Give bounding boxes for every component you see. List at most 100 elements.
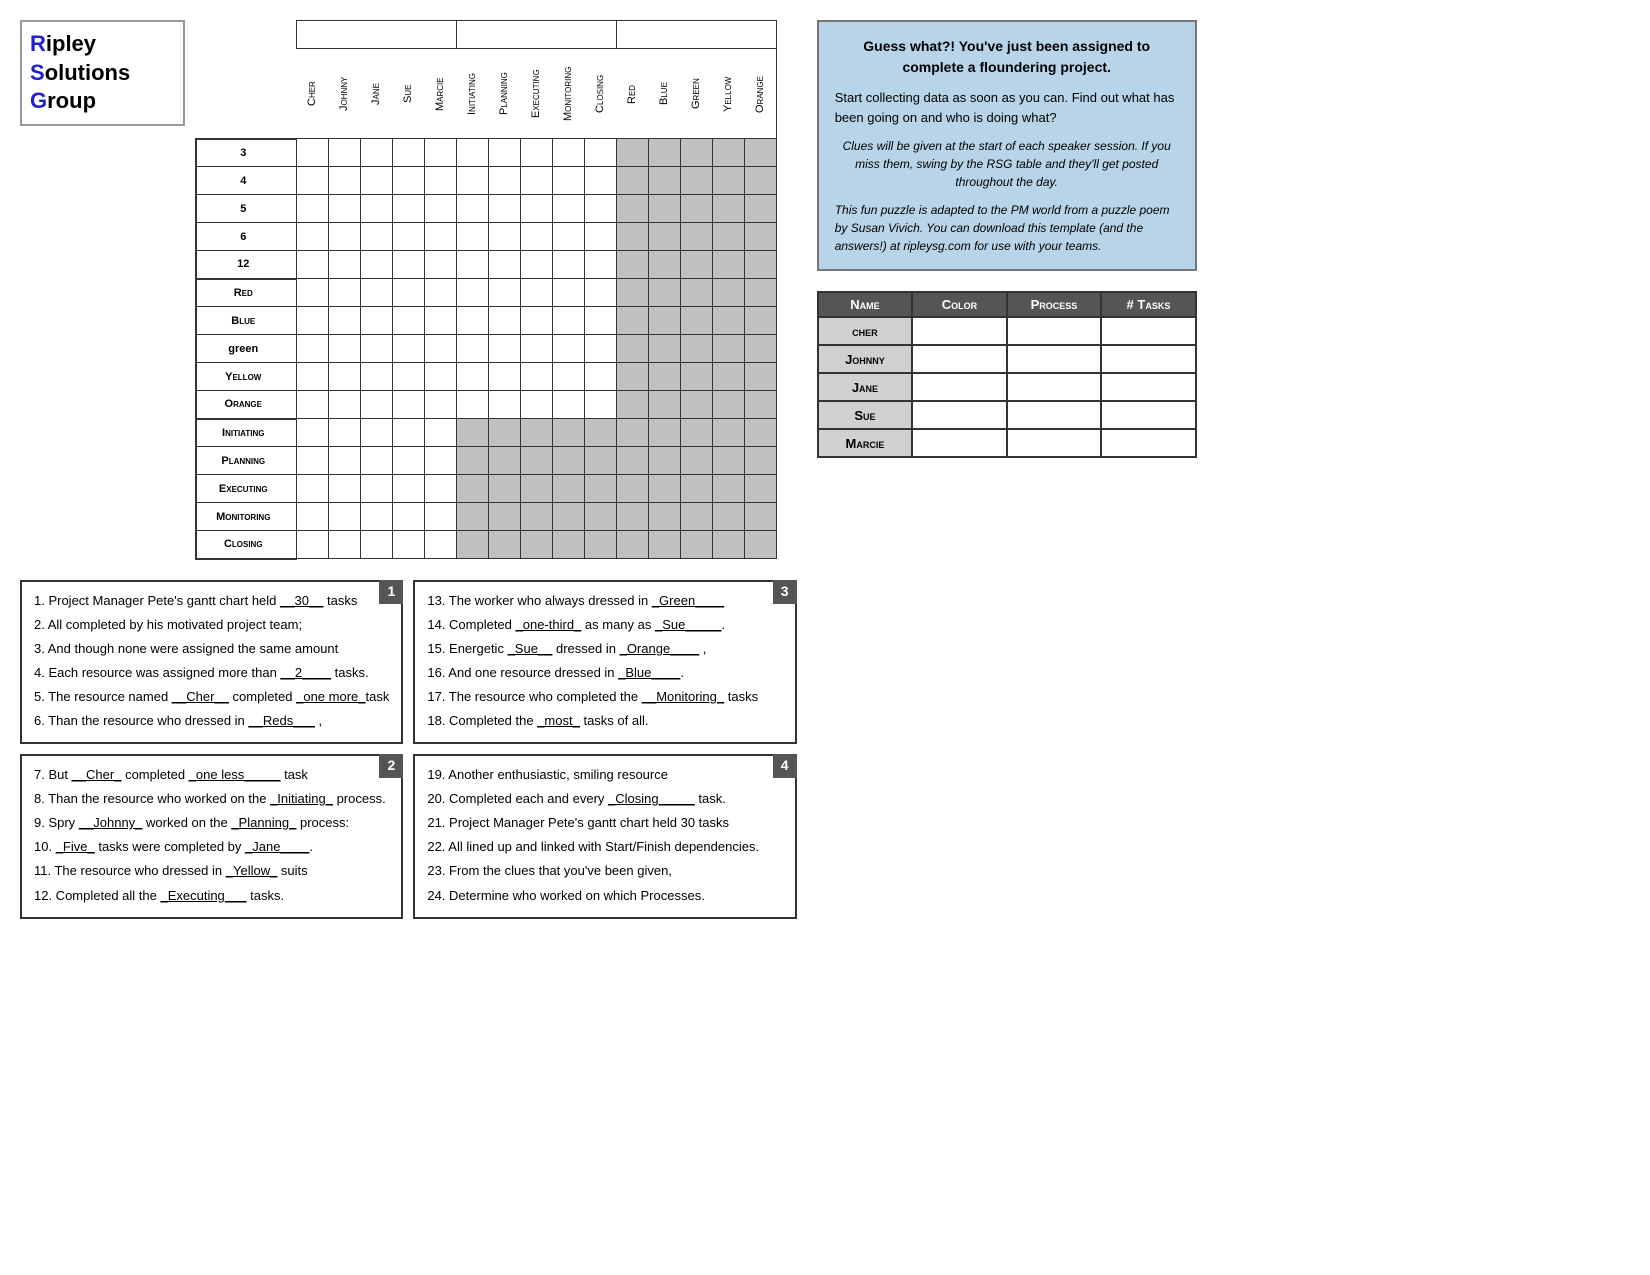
clue-4-1: 19. Another enthusiastic, smiling resour…	[427, 764, 782, 786]
answer-sue-process[interactable]	[1007, 401, 1102, 429]
right-column: Guess what?! You've just been assigned t…	[817, 20, 1197, 458]
cell-t3-sue[interactable]	[392, 139, 424, 167]
col-cher: Cher	[296, 49, 328, 139]
col-orange: Orange	[744, 49, 776, 139]
color-green-label: green	[196, 335, 296, 363]
tasks-row3-label: 3	[196, 139, 296, 167]
cell-t3-green	[680, 139, 712, 167]
answer-marcie-tasks[interactable]	[1101, 429, 1196, 457]
tasks-row5-label: 5	[196, 195, 296, 223]
proc-plan-label: Planning	[196, 447, 296, 475]
col-jane: Jane	[360, 49, 392, 139]
col-yellow: Yellow	[712, 49, 744, 139]
answer-cher-color[interactable]	[912, 317, 1007, 345]
clue-box-2-number: 2	[379, 754, 403, 778]
answer-sue-tasks[interactable]	[1101, 401, 1196, 429]
clue-4-3: 21. Project Manager Pete's gantt chart h…	[427, 812, 782, 834]
col-planning: Planning	[488, 49, 520, 139]
col-initiating: Initiating	[456, 49, 488, 139]
color-row-blue: Blue	[196, 307, 776, 335]
process-row-clos: Closing	[196, 531, 776, 559]
answer-jane-color[interactable]	[912, 373, 1007, 401]
cell-t3-clos[interactable]	[584, 139, 616, 167]
clue-2-2: 8. Than the resource who worked on the _…	[34, 788, 389, 810]
clue-3-5: 17. The resource who completed the __Mon…	[427, 686, 782, 708]
cell-t3-plan[interactable]	[488, 139, 520, 167]
answer-header-name: Name	[818, 292, 913, 317]
cell-t3-orange	[744, 139, 776, 167]
col-green: Green	[680, 49, 712, 139]
answer-cher-process[interactable]	[1007, 317, 1102, 345]
clue-1-5: 5. The resource named __Cher__ completed…	[34, 686, 389, 708]
color-row-orange: Orange	[196, 391, 776, 419]
answer-row-marcie: Marcie	[818, 429, 1196, 457]
clue-1-3: 3. And though none were assigned the sam…	[34, 638, 389, 660]
puzzle-grid: Resources Process Color Cher Johnny Jane	[195, 20, 777, 560]
clue-4-5: 23. From the clues that you've been give…	[427, 860, 782, 882]
color-row-red: Red	[196, 279, 776, 307]
logo-rest3: roup	[47, 88, 96, 113]
clue-1-2: 2. All completed by his motivated projec…	[34, 614, 389, 636]
answer-row-sue: Sue	[818, 401, 1196, 429]
answer-jane-process[interactable]	[1007, 373, 1102, 401]
process-row-plan: Planning	[196, 447, 776, 475]
clue-box-1: 1 1. Project Manager Pete's gantt chart …	[20, 580, 403, 745]
cell-t3-init[interactable]	[456, 139, 488, 167]
cell-t3-johnny[interactable]	[328, 139, 360, 167]
tasks-row12-label: 12	[196, 251, 296, 279]
logo-s: S	[30, 60, 45, 85]
clue-box-1-number: 1	[379, 580, 403, 604]
clue-3-1: 13. The worker who always dressed in _Gr…	[427, 590, 782, 612]
answer-row-johnny: Johnny	[818, 345, 1196, 373]
clue-box-4-number: 4	[773, 754, 797, 778]
col-marcie: Marcie	[424, 49, 456, 139]
answer-header-process: Process	[1007, 292, 1102, 317]
clue-1-4: 4. Each resource was assigned more than …	[34, 662, 389, 684]
answer-johnny-tasks[interactable]	[1101, 345, 1196, 373]
clue-2-5: 11. The resource who dressed in _Yellow_…	[34, 860, 389, 882]
logo-g: G	[30, 88, 47, 113]
col-monitoring: Monitoring	[552, 49, 584, 139]
logo: Ripley Solutions Group	[20, 20, 185, 126]
tasks-row6-label: 6	[196, 223, 296, 251]
col-closing: Closing	[584, 49, 616, 139]
clue-1-6: 6. Than the resource who dressed in __Re…	[34, 710, 389, 732]
clue-box-4: 4 19. Another enthusiastic, smiling reso…	[413, 754, 796, 919]
puzzle-grid-wrapper: Resources Process Color Cher Johnny Jane	[195, 20, 777, 560]
answer-jane-tasks[interactable]	[1101, 373, 1196, 401]
answer-johnny-color[interactable]	[912, 345, 1007, 373]
clue-box-3-number: 3	[773, 580, 797, 604]
answer-sue-color[interactable]	[912, 401, 1007, 429]
answer-marcie-process[interactable]	[1007, 429, 1102, 457]
info-box: Guess what?! You've just been assigned t…	[817, 20, 1197, 271]
left-column: Ripley Solutions Group Resources	[20, 20, 797, 919]
process-header: Process	[456, 21, 616, 49]
logo-rest2: olutions	[45, 60, 131, 85]
answer-sue-name: Sue	[818, 401, 913, 429]
clue-4-2: 20. Completed each and every _Closing___…	[427, 788, 782, 810]
cell-t3-mon[interactable]	[552, 139, 584, 167]
tasks-row-12: 12	[196, 251, 776, 279]
answer-header-color: Color	[912, 292, 1007, 317]
cell-t3-red	[616, 139, 648, 167]
cell-t3-exec[interactable]	[520, 139, 552, 167]
answer-johnny-process[interactable]	[1007, 345, 1102, 373]
proc-exec-label: Executing	[196, 475, 296, 503]
cell-t3-jane[interactable]	[360, 139, 392, 167]
clue-4-6: 24. Determine who worked on which Proces…	[427, 885, 782, 907]
answer-cher-tasks[interactable]	[1101, 317, 1196, 345]
clue-box-2: 2 7. But __Cher_ completed _one less____…	[20, 754, 403, 919]
process-row-exec: Executing	[196, 475, 776, 503]
cell-t3-cher[interactable]	[296, 139, 328, 167]
cell-t3-marcie[interactable]	[424, 139, 456, 167]
clue-3-2: 14. Completed _one-third_ as many as _Su…	[427, 614, 782, 636]
clue-2-1: 7. But __Cher_ completed _one less_____ …	[34, 764, 389, 786]
col-blue: Blue	[648, 49, 680, 139]
color-red-label: Red	[196, 279, 296, 307]
answer-marcie-color[interactable]	[912, 429, 1007, 457]
color-orange-label: Orange	[196, 391, 296, 419]
clue-4-4: 22. All lined up and linked with Start/F…	[427, 836, 782, 858]
color-blue-label: Blue	[196, 307, 296, 335]
clue-section: 1 1. Project Manager Pete's gantt chart …	[20, 580, 797, 919]
tasks-row-5: 5	[196, 195, 776, 223]
